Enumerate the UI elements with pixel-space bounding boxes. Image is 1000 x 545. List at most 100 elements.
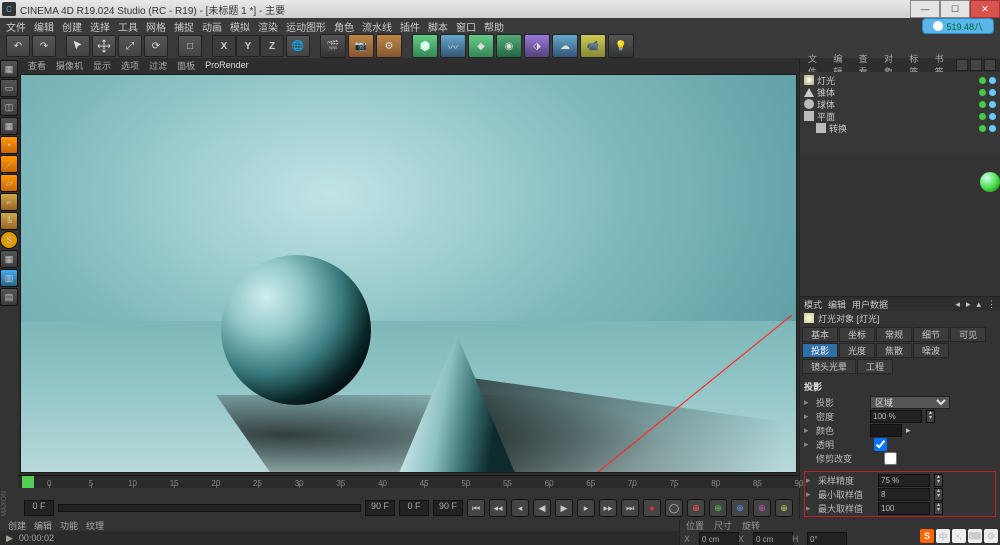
menu-script[interactable]: 脚本 bbox=[428, 19, 448, 34]
vp-panel[interactable]: 面板 bbox=[177, 59, 195, 72]
edge-mode-button[interactable]: ／ bbox=[0, 155, 18, 173]
texture-mode-button[interactable]: ◫ bbox=[0, 98, 18, 116]
move-tool[interactable] bbox=[92, 35, 116, 57]
vp-view[interactable]: 查看 bbox=[28, 59, 46, 72]
color-swatch[interactable] bbox=[870, 424, 902, 437]
render-pv-button[interactable]: 📷 bbox=[348, 34, 374, 58]
workplane2-button[interactable]: ▦ bbox=[0, 250, 18, 268]
tweak-button[interactable]: ╚ bbox=[0, 212, 18, 230]
menu-plugins[interactable]: 插件 bbox=[400, 19, 420, 34]
range-end-field[interactable]: 90 F bbox=[433, 500, 463, 516]
am-nav-back-icon[interactable]: ◂ bbox=[955, 299, 960, 310]
menu-simulate[interactable]: 模拟 bbox=[230, 19, 250, 34]
axis-z-toggle[interactable]: Z bbox=[260, 35, 284, 57]
vp-filter[interactable]: 过滤 bbox=[149, 59, 167, 72]
viewport-solo-button[interactable]: ▥ bbox=[0, 269, 18, 287]
goto-start-button[interactable]: ⏮ bbox=[467, 499, 485, 517]
coord-system-button[interactable]: 🌐 bbox=[286, 35, 310, 57]
axis-y-toggle[interactable]: Y bbox=[236, 35, 260, 57]
menu-animate[interactable]: 动画 bbox=[202, 19, 222, 34]
object-manager[interactable]: 灯光锥体球体平面转换 bbox=[800, 72, 1000, 154]
color-arrow-icon[interactable]: ▸ bbox=[906, 425, 911, 436]
attrib-tab[interactable]: 焦散 bbox=[876, 343, 912, 358]
ime-punct-icon[interactable]: •, bbox=[952, 529, 966, 543]
key-pla-button[interactable]: ⊕ bbox=[775, 499, 793, 517]
menu-help[interactable]: 帮助 bbox=[484, 19, 504, 34]
menu-pipeline[interactable]: 流水线 bbox=[362, 19, 392, 34]
cloud-badge[interactable]: 519.48八 bbox=[922, 18, 994, 34]
vp-display[interactable]: 显示 bbox=[93, 59, 111, 72]
ime-settings-icon[interactable]: ⚙ bbox=[984, 529, 998, 543]
attrib-tab[interactable]: 细节 bbox=[913, 327, 949, 342]
coord-tab-size[interactable]: 尺寸 bbox=[714, 519, 732, 531]
menu-create[interactable]: 创建 bbox=[62, 19, 82, 34]
attrib-tab[interactable]: 基本 bbox=[802, 327, 838, 342]
floating-widget-icon[interactable] bbox=[980, 172, 1000, 192]
vp-camera[interactable]: 摄像机 bbox=[56, 59, 83, 72]
timeline-ruler[interactable]: 051015202530354045505560657075808590 bbox=[18, 475, 799, 497]
environment-button[interactable]: ☁ bbox=[552, 34, 578, 58]
om-item[interactable]: 转换 bbox=[804, 122, 996, 134]
transparency-checkbox[interactable] bbox=[874, 438, 887, 451]
om-item[interactable]: 平面 bbox=[804, 110, 996, 122]
window-max-button[interactable]: ☐ bbox=[940, 0, 970, 18]
shadow-param-row[interactable]: ▸最大取样值100▴▾ bbox=[806, 501, 994, 515]
menu-file[interactable]: 文件 bbox=[6, 19, 26, 34]
attrib-tab[interactable]: 投影 bbox=[802, 343, 838, 358]
window-close-button[interactable]: ✕ bbox=[970, 0, 1000, 18]
menu-character[interactable]: 角色 bbox=[334, 19, 354, 34]
autokey-button[interactable]: ◯ bbox=[665, 499, 683, 517]
make-editable-button[interactable]: ▦ bbox=[0, 60, 18, 78]
density-spinner[interactable]: ▴▾ bbox=[926, 410, 935, 423]
frame-end-field[interactable]: 90 F bbox=[365, 500, 395, 516]
camera-button[interactable]: 📹 bbox=[580, 34, 606, 58]
next-frame-button[interactable]: ▸ bbox=[577, 499, 595, 517]
key-pos-button[interactable]: ⊕ bbox=[687, 499, 705, 517]
recent-tool[interactable]: □ bbox=[178, 35, 202, 57]
menu-mograph[interactable]: 运动图形 bbox=[286, 19, 326, 34]
menu-render[interactable]: 渲染 bbox=[258, 19, 278, 34]
scale-tool[interactable]: ⤢ bbox=[118, 35, 142, 57]
menu-snap[interactable]: 捕捉 bbox=[174, 19, 194, 34]
record-button[interactable]: ● bbox=[643, 499, 661, 517]
am-tab-edit[interactable]: 编辑 bbox=[828, 298, 846, 311]
coord-x-field[interactable] bbox=[699, 532, 739, 545]
attrib-tab[interactable]: 可见 bbox=[950, 327, 986, 342]
coord-tab-pos[interactable]: 位置 bbox=[686, 519, 704, 531]
cube-primitive-button[interactable] bbox=[412, 34, 438, 58]
om-search-icon[interactable] bbox=[956, 59, 968, 71]
clip-checkbox[interactable] bbox=[884, 452, 897, 465]
rot-h-field[interactable] bbox=[807, 532, 847, 545]
attrib-tab[interactable]: 光度 bbox=[839, 343, 875, 358]
om-item[interactable]: 锥体 bbox=[804, 86, 996, 98]
attrib-tab[interactable]: 镜头光晕 bbox=[802, 359, 856, 374]
menu-window[interactable]: 窗口 bbox=[456, 19, 476, 34]
deformer-button[interactable]: ⬗ bbox=[524, 34, 550, 58]
axis-x-toggle[interactable]: X bbox=[212, 35, 236, 57]
ime-cn-icon[interactable]: 中 bbox=[936, 529, 950, 543]
om-filter-icon[interactable] bbox=[970, 59, 982, 71]
menu-edit[interactable]: 编辑 bbox=[34, 19, 54, 34]
axis-mode-button[interactable]: ⌐ bbox=[0, 193, 18, 211]
menu-mesh[interactable]: 网格 bbox=[146, 19, 166, 34]
range-start-field[interactable]: 0 F bbox=[399, 500, 429, 516]
workplane-button[interactable]: ▦ bbox=[0, 117, 18, 135]
key-param-button[interactable]: ⊕ bbox=[753, 499, 771, 517]
density-field[interactable]: 100 % bbox=[870, 410, 922, 423]
render-region-button[interactable]: ▤ bbox=[0, 288, 18, 306]
next-key-button[interactable]: ▸▸ bbox=[599, 499, 617, 517]
generator2-button[interactable]: ◉ bbox=[496, 34, 522, 58]
frame-start-field[interactable]: 0 F bbox=[24, 500, 54, 516]
prev-key-button[interactable]: ◂◂ bbox=[489, 499, 507, 517]
am-tab-userdata[interactable]: 用户数据 bbox=[852, 298, 888, 311]
timeline-scrollbar[interactable] bbox=[58, 504, 361, 512]
mat-tab-edit[interactable]: 编辑 bbox=[34, 519, 52, 532]
ime-badge[interactable]: S 中 •, ⌨ ⚙ bbox=[920, 529, 998, 543]
rotate-tool[interactable]: ⟳ bbox=[144, 35, 168, 57]
undo-button[interactable]: ↶ bbox=[6, 35, 30, 57]
render-view-button[interactable]: 🎬 bbox=[320, 34, 346, 58]
coord-tab-rot[interactable]: 旋转 bbox=[742, 519, 760, 531]
select-tool[interactable] bbox=[66, 35, 90, 57]
am-tab-mode[interactable]: 模式 bbox=[804, 298, 822, 311]
menu-select[interactable]: 选择 bbox=[90, 19, 110, 34]
